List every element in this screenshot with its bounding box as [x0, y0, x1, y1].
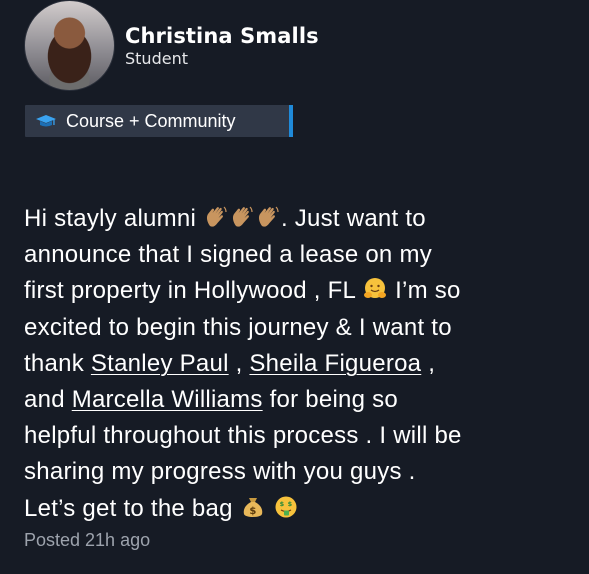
post-line-1: Hi stayly alumni . Just want to	[24, 204, 426, 232]
waving-hand-icon	[229, 204, 255, 230]
posted-timestamp: Posted 21h ago	[24, 530, 151, 550]
post-line-8: sharing my progress with you guys .	[24, 458, 416, 486]
space-tag[interactable]: Course + Community	[25, 105, 293, 137]
svg-text:$: $	[279, 500, 284, 508]
space-tag-label: Course + Community	[66, 111, 236, 131]
post-line-2: announce that I signed a lease on my	[24, 241, 432, 269]
waving-hand-icon	[255, 204, 281, 230]
author-name[interactable]: Christina Smalls	[125, 24, 319, 48]
post-line-6: and Marcella Williams for being so	[24, 386, 398, 414]
waving-hand-icon	[203, 204, 229, 230]
avatar[interactable]	[24, 0, 115, 91]
author-role: Student	[125, 48, 188, 68]
post-line-9: Let’s get to the bag $ $ $	[24, 491, 569, 527]
tag-accent-bar	[289, 105, 293, 137]
svg-text:$: $	[287, 500, 292, 508]
author-info: Christina Smalls Student	[125, 22, 319, 70]
money-mouth-face-icon: $ $	[273, 494, 299, 520]
hugging-face-icon	[362, 276, 388, 302]
post-line-7: helpful throughout this process . I will…	[24, 422, 462, 450]
post-header: Christina Smalls Student	[24, 0, 319, 91]
svg-text:$: $	[249, 506, 256, 517]
money-bag-icon: $	[240, 494, 266, 520]
post-body: Hi stayly alumni . Just want to announce…	[24, 201, 569, 527]
post-line-5: thank Stanley Paul , Sheila Figueroa ,	[24, 349, 436, 377]
mention-stanley-paul[interactable]: Stanley Paul	[91, 350, 229, 377]
post-line-3: first property in Hollywood , FL I’m so	[24, 276, 461, 305]
mention-marcella-williams[interactable]: Marcella Williams	[72, 386, 263, 413]
graduation-cap-icon	[36, 113, 56, 129]
post-line-4: excited to begin this journey & I want t…	[24, 313, 452, 341]
mention-sheila-figueroa[interactable]: Sheila Figueroa	[249, 350, 421, 377]
